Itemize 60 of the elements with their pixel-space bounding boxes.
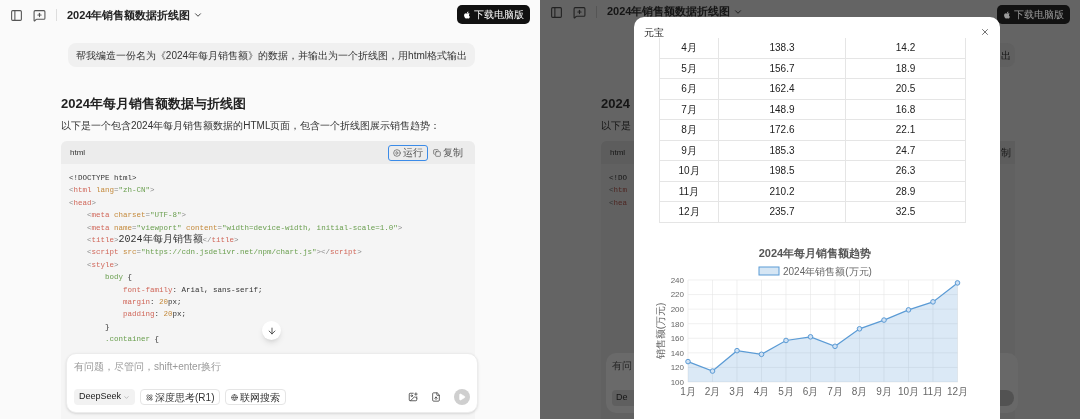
y-tick-label: 120 [670,362,684,372]
y-axis-label: 销售额(万元) [655,302,666,359]
y-tick-label: 140 [670,348,684,358]
table-cell: 12月 [660,202,719,222]
table-cell: 8月 [660,120,719,140]
code-language: html [70,146,86,159]
table-cell: 7月 [660,99,719,119]
y-tick-label: 160 [670,333,684,343]
legend-label: 2024年销售额(万元) [783,265,872,276]
table-cell-text: 16.8 [894,102,917,117]
x-tick-label: 6月 [802,385,819,397]
table-cell: 11月 [660,181,719,201]
chart-title: 2024年每月销售额趋势 [758,246,872,259]
table-cell: 6月 [660,79,719,99]
x-tick-label: 7月 [827,385,843,397]
chart-legend: 2024年销售额(万元) [758,265,872,276]
answer-intro: 以下是一个包含2024年每月销售额数据的HTML页面，包含一个折线图展示销售趋势： [61,121,442,131]
x-tick-label: 3月 [729,385,745,397]
answer-heading: 2024年每月销售额数据与折线图 [61,97,247,111]
code-language: html [610,146,626,159]
table-cell: 235.7 [719,202,846,222]
table-cell-text: 26.3 [894,164,917,179]
x-tick-label: 12月 [946,385,969,397]
y-tick-label: 200 [670,304,684,314]
table-cell: 148.9 [719,99,846,119]
answer-heading: 2024 [601,97,631,111]
table-cell: 138.3 [719,38,846,58]
table-cell-text: 20.5 [894,82,917,97]
x-tick-label: 4月 [753,385,770,397]
table-cell: 4月 [660,38,719,58]
x-tick-label: 9月 [876,385,892,397]
table-cell: 156.7 [719,58,846,78]
table-cell: 198.5 [719,161,846,181]
answer-intro: 以下是 [601,121,632,131]
table-cell-text: 28.9 [894,184,917,199]
table-cell: 5月 [660,58,719,78]
y-tick-label: 220 [670,289,684,299]
table-cell: 162.4 [719,79,846,99]
table-cell-text: 14.2 [894,41,917,56]
table-cell-text: 18.9 [894,61,917,76]
table-cell-text: 22.1 [894,123,917,138]
table-cell-text: 32.5 [894,205,917,220]
user-message: 出 [1000,43,1015,67]
y-tick-label: 100 [670,377,684,387]
table-cell: 172.6 [719,120,846,140]
x-tick-label: 11月 [922,385,944,397]
x-tick-label: 1月 [680,385,696,397]
x-tick-label: 2月 [704,385,721,397]
table-cell: 185.3 [719,140,846,160]
x-tick-label: 8月 [851,385,868,397]
table-cell: 10月 [660,161,719,181]
x-tick-label: 10月 [897,385,920,397]
y-tick-label: 240 [670,275,684,285]
table-cell-text: 24.7 [894,143,917,158]
table-cell: 210.2 [719,181,846,201]
dialog-title: 元宝 [644,28,664,38]
user-message: 帮我编造一份名为《2024年每月销售额》的数据，并输出为一个折线图，用html格式输出 [67,43,475,67]
x-tick-label: 5月 [778,385,794,397]
table-cell: 9月 [660,140,719,160]
y-tick-label: 180 [670,319,684,328]
